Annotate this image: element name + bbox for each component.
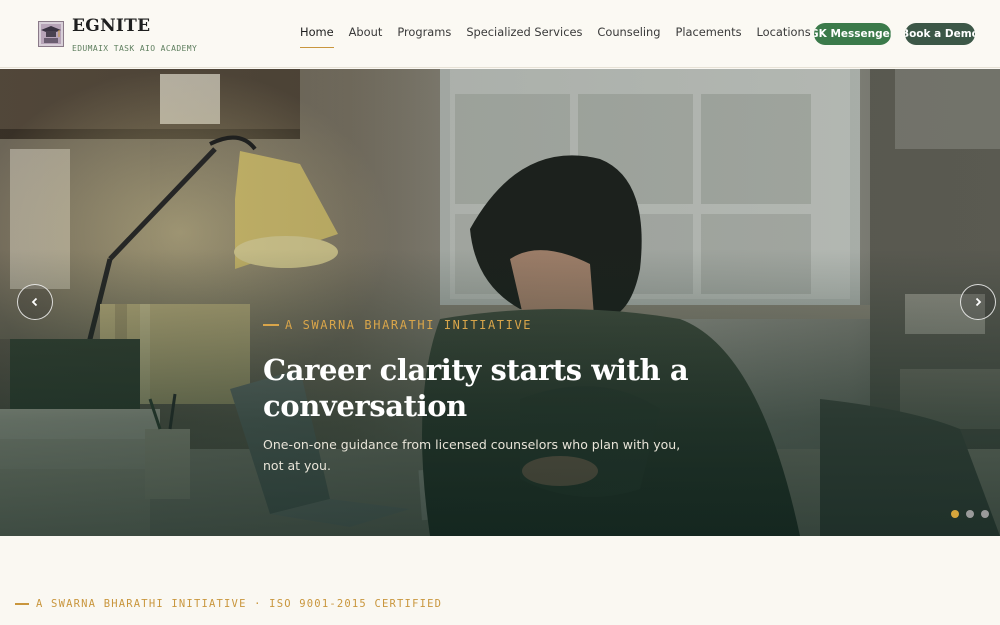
brand-tagline: EDUMAIX TASK AIO ACADEMY bbox=[72, 44, 198, 53]
gk-messenger-button[interactable]: GK Messenger bbox=[814, 23, 891, 45]
section-eyebrow: A SWARNA BHARATHI INITIATIVE · ISO 9001-… bbox=[15, 598, 442, 610]
site-header: EGNITE EDUMAIX TASK AIO ACADEMY Home Abo… bbox=[0, 0, 1000, 68]
nav-specialized-services[interactable]: Specialized Services bbox=[466, 25, 582, 43]
carousel-dots bbox=[951, 510, 996, 518]
nav-programs[interactable]: Programs bbox=[397, 25, 451, 43]
hero-headline: Career clarity starts with a conversatio… bbox=[263, 353, 689, 423]
hero-eyebrow-text: A SWARNA BHARATHI INITIATIVE bbox=[285, 318, 533, 332]
section-eyebrow-text: A SWARNA BHARATHI INITIATIVE · ISO 9001-… bbox=[36, 598, 443, 610]
chevron-left-icon bbox=[31, 297, 38, 307]
hero-carousel: A SWARNA BHARATHI INITIATIVE Career clar… bbox=[0, 69, 1000, 536]
nav-locations[interactable]: Locations bbox=[757, 25, 811, 43]
carousel-dot-1[interactable] bbox=[951, 510, 959, 518]
section-eyebrow-dash bbox=[15, 603, 29, 605]
chevron-right-icon bbox=[975, 297, 982, 307]
eyebrow-dash bbox=[263, 324, 279, 326]
book-demo-button[interactable]: Book a Demo bbox=[905, 23, 975, 45]
nav-counseling[interactable]: Counseling bbox=[597, 25, 660, 43]
main-nav: Home About Programs Specialized Services… bbox=[300, 24, 826, 48]
carousel-next-button[interactable] bbox=[960, 284, 996, 320]
carousel-dot-2[interactable] bbox=[966, 510, 974, 518]
carousel-dot-3[interactable] bbox=[981, 510, 989, 518]
hero-subtext: One-on-one guidance from licensed counse… bbox=[263, 437, 681, 473]
graduation-logo-icon[interactable] bbox=[38, 21, 64, 47]
nav-home[interactable]: Home bbox=[300, 25, 334, 48]
hero-eyebrow: A SWARNA BHARATHI INITIATIVE bbox=[263, 318, 532, 332]
nav-placements[interactable]: Placements bbox=[676, 25, 742, 43]
carousel-prev-button[interactable] bbox=[17, 284, 53, 320]
brand-name[interactable]: EGNITE bbox=[72, 16, 150, 36]
nav-about[interactable]: About bbox=[349, 25, 383, 43]
